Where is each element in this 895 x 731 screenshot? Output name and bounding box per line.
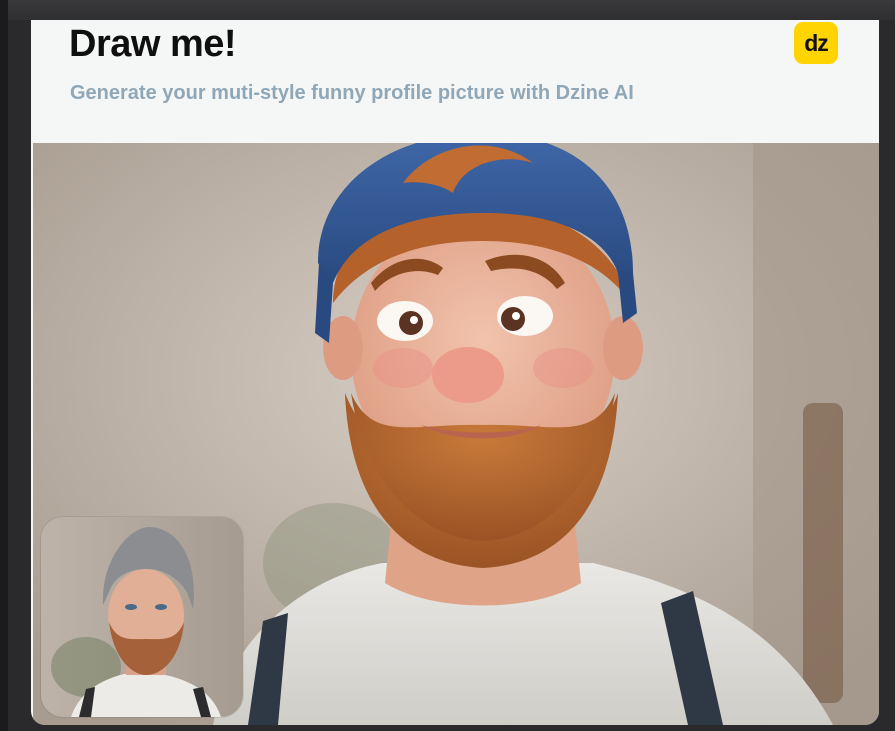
dzine-logo[interactable]: dz xyxy=(794,22,838,64)
card-header: Draw me! Generate your muti-style funny … xyxy=(31,20,879,143)
original-photo-illustration xyxy=(41,517,243,717)
window-left-edge xyxy=(0,0,8,731)
original-photo-thumbnail[interactable] xyxy=(41,517,243,717)
page-title: Draw me! xyxy=(69,23,237,65)
page-subtitle: Generate your muti-style funny profile p… xyxy=(70,82,634,104)
draw-me-card: Draw me! Generate your muti-style funny … xyxy=(31,20,879,725)
window-top-bar xyxy=(0,0,895,20)
